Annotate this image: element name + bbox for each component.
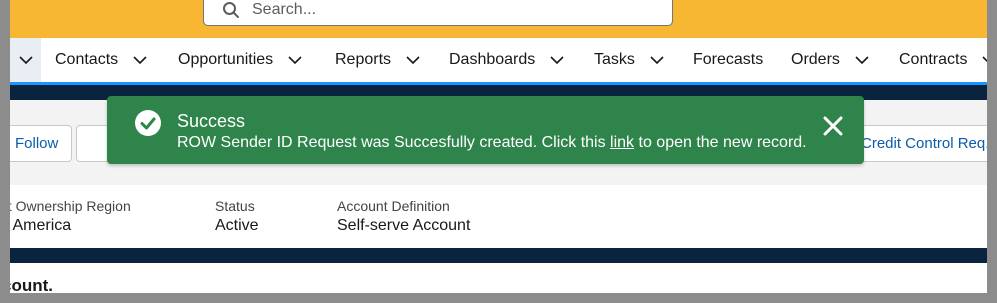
section-heading: count.: [10, 276, 53, 293]
toast-message: ROW Sender ID Request was Succesfully cr…: [177, 134, 807, 152]
global-header: [10, 0, 987, 38]
toast-message-text-end: to open the new record.: [634, 134, 807, 151]
toast-message-text: ROW Sender ID Request was Succesfully cr…: [177, 134, 611, 151]
chevron-down-icon[interactable]: [288, 56, 302, 64]
chevron-down-icon[interactable]: [650, 56, 664, 64]
search-input[interactable]: [250, 0, 654, 20]
field-label-account-definition: Account Definition: [337, 198, 450, 214]
field-label-ownership-region: nt Ownership Region: [10, 198, 131, 214]
field-value-ownership-region: n America: [10, 217, 72, 234]
credit-control-button-label: Credit Control Req.: [861, 135, 987, 152]
chevron-down-icon[interactable]: [406, 56, 420, 64]
chevron-down-icon[interactable]: [982, 56, 987, 64]
toast-title: Success: [177, 111, 246, 131]
chevron-down-icon: [18, 56, 33, 64]
success-check-icon: [135, 110, 161, 136]
nav-item-label: Opportunities: [178, 51, 274, 68]
nav-item-label: Tasks: [594, 51, 635, 68]
success-toast: Success ROW Sender ID Request was Succes…: [107, 96, 864, 164]
nav-item-contracts[interactable]: Contracts: [899, 38, 987, 82]
global-search-box[interactable]: [203, 0, 673, 26]
field-value-status: Active: [215, 217, 259, 234]
search-icon: [223, 2, 239, 18]
nav-item-label: Dashboards: [449, 51, 536, 68]
app-navigation: Contacts Opportunities Reports Dashboard…: [10, 38, 987, 85]
credit-control-request-button[interactable]: Credit Control Req.: [846, 125, 987, 162]
follow-button-label: Follow: [15, 135, 59, 152]
nav-item-contacts[interactable]: Contacts: [55, 38, 147, 82]
close-icon[interactable]: [821, 114, 845, 138]
chevron-down-icon[interactable]: [855, 56, 869, 64]
nav-overflow-menu[interactable]: [10, 38, 41, 82]
app-frame: Contacts Opportunities Reports Dashboard…: [10, 0, 987, 293]
nav-item-label: Contacts: [55, 51, 119, 68]
nav-item-orders[interactable]: Orders: [791, 38, 869, 82]
chevron-down-icon[interactable]: [550, 56, 564, 64]
section-divider-band: [10, 248, 987, 263]
follow-button[interactable]: Follow: [10, 125, 72, 162]
field-label-status: Status: [215, 198, 255, 214]
chevron-down-icon[interactable]: [133, 56, 147, 64]
toast-record-link[interactable]: link: [610, 134, 634, 151]
nav-item-opportunities[interactable]: Opportunities: [178, 38, 302, 82]
field-value-account-definition: Self-serve Account: [337, 217, 471, 234]
nav-item-label: Orders: [791, 51, 840, 68]
nav-item-forecasts[interactable]: Forecasts: [693, 38, 763, 82]
nav-item-label: Forecasts: [693, 51, 764, 68]
highlights-fields: nt Ownership Region n America Status Act…: [10, 185, 987, 248]
nav-item-label: Reports: [335, 51, 392, 68]
nav-item-label: Contracts: [899, 51, 968, 68]
nav-item-tasks[interactable]: Tasks: [594, 38, 664, 82]
nav-item-reports[interactable]: Reports: [335, 38, 420, 82]
nav-item-dashboards[interactable]: Dashboards: [449, 38, 564, 82]
